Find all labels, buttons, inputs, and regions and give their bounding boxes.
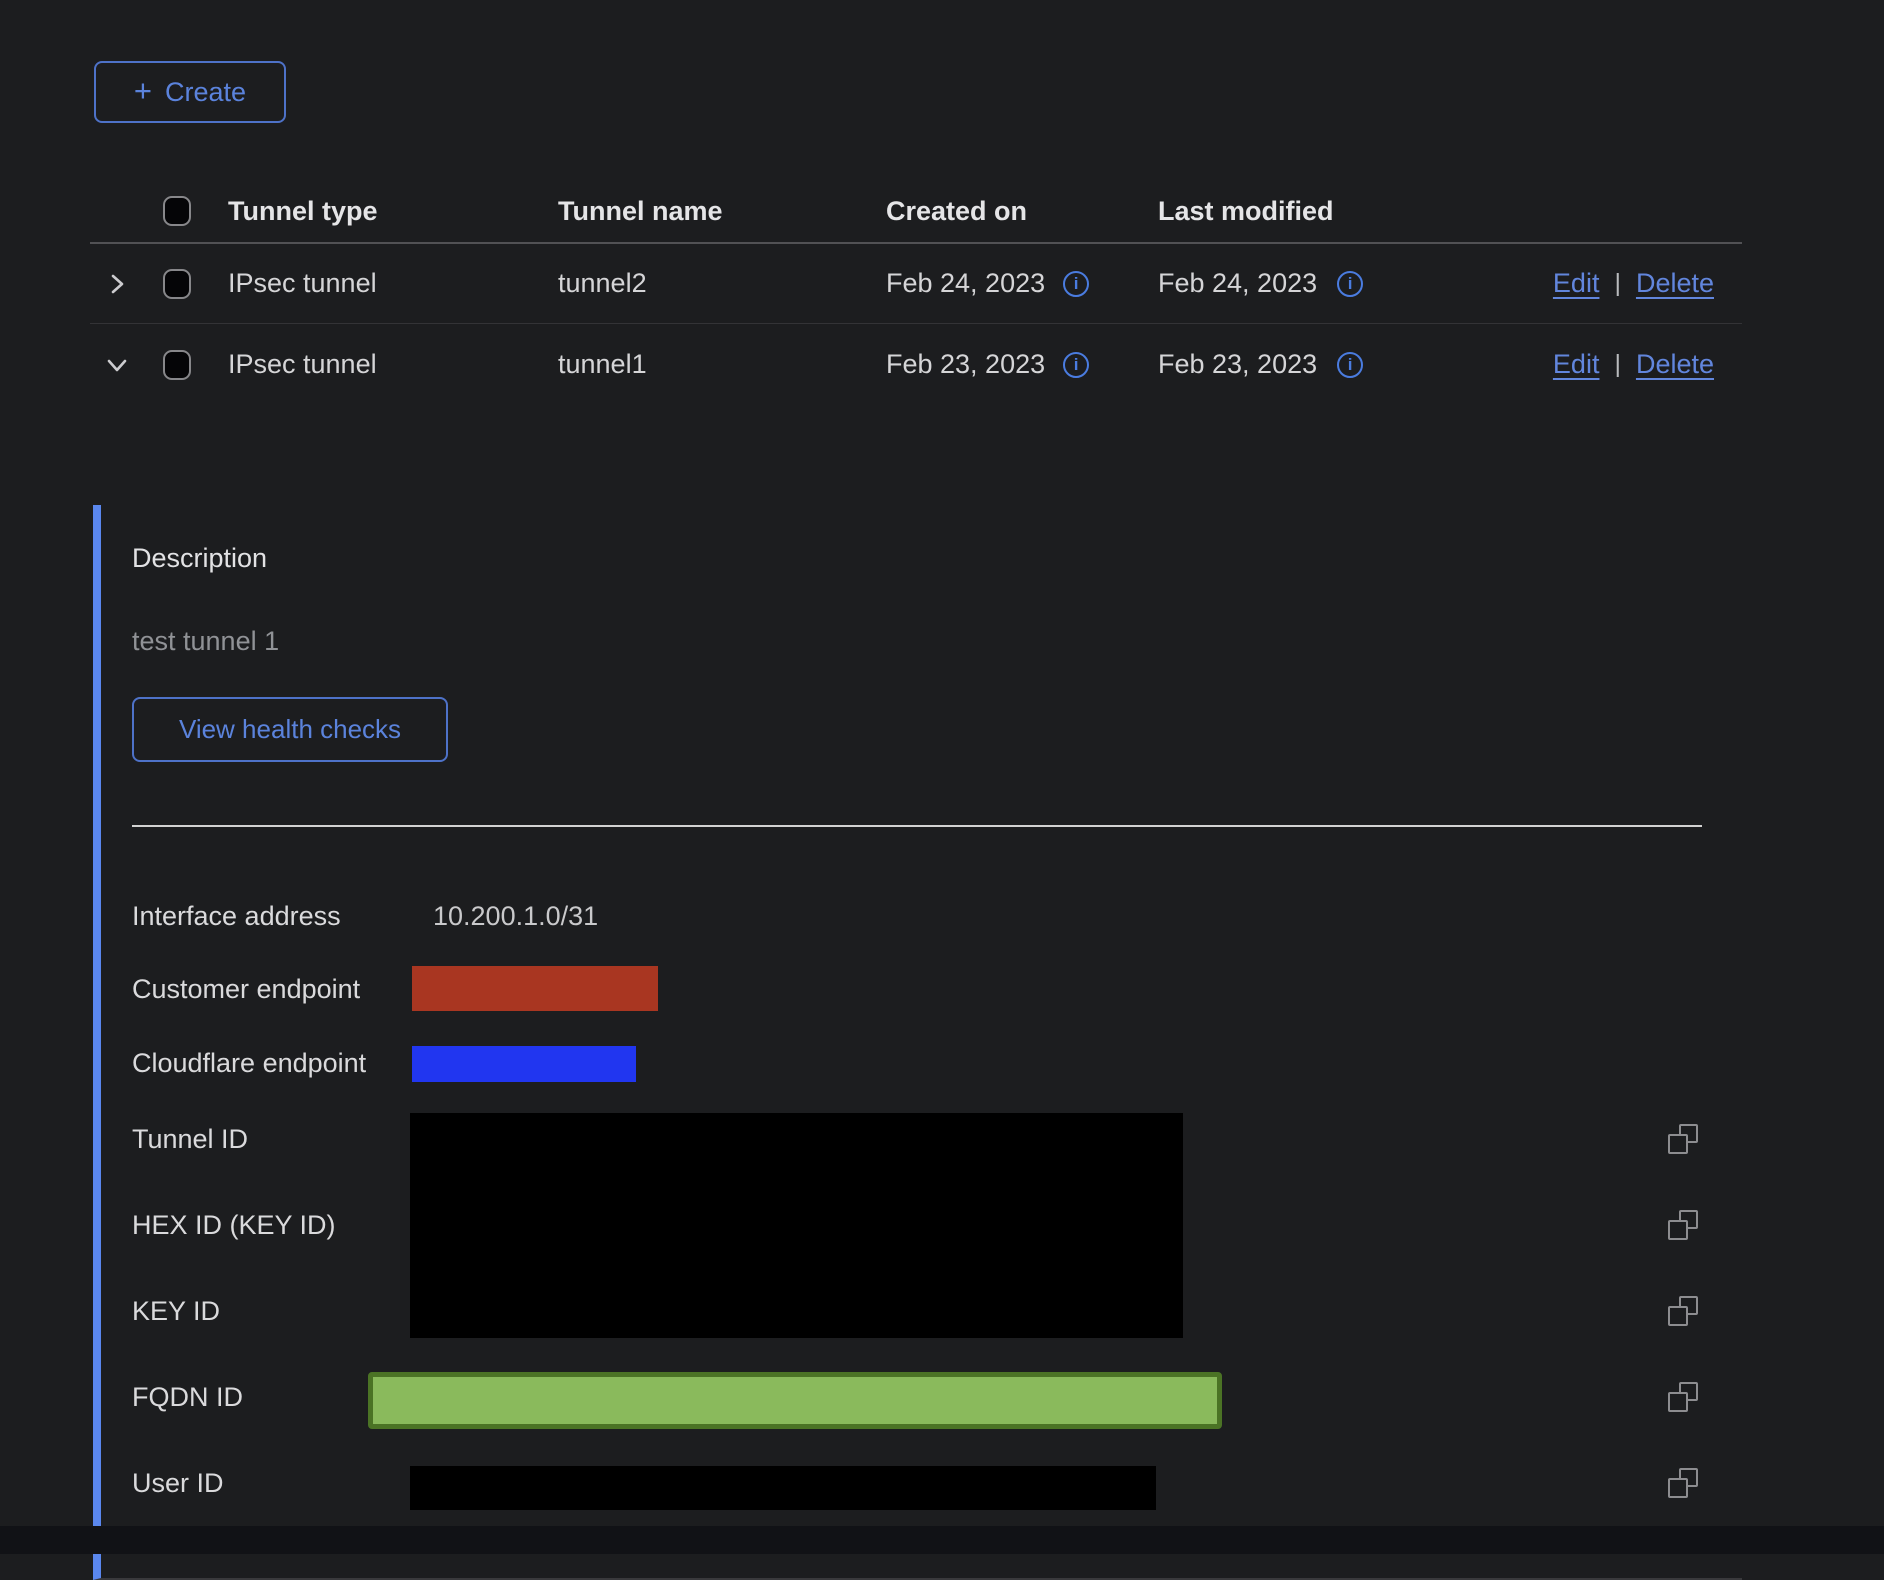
header-tunnel-type: Tunnel type bbox=[220, 196, 550, 227]
user-id-label: User ID bbox=[132, 1466, 224, 1500]
copy-icon-front-square bbox=[1668, 1478, 1688, 1498]
hex-id-label: HEX ID (KEY ID) bbox=[132, 1208, 336, 1242]
page-background: { "page": { "background": "#1c1d1f", "fo… bbox=[0, 0, 1884, 1554]
tunnel-name-value: tunnel2 bbox=[550, 268, 878, 299]
table-row: IPsec tunnel tunnel1 Feb 23, 2023 i Feb … bbox=[90, 324, 1742, 405]
header-last-modified: Last modified bbox=[1158, 196, 1490, 227]
table-row: IPsec tunnel tunnel2 Feb 24, 2023 i Feb … bbox=[90, 244, 1742, 324]
copy-icon-front-square bbox=[1668, 1134, 1688, 1154]
created-on-value: Feb 24, 2023 bbox=[886, 268, 1045, 299]
user-id-redacted-value bbox=[410, 1466, 1156, 1510]
plus-icon: + bbox=[134, 75, 152, 106]
copy-icon[interactable] bbox=[1668, 1468, 1698, 1498]
tunnel-type-value: IPsec tunnel bbox=[220, 268, 550, 299]
delete-link[interactable]: Delete bbox=[1636, 268, 1714, 299]
view-health-checks-button[interactable]: View health checks bbox=[132, 697, 448, 762]
fqdn-id-label: FQDN ID bbox=[132, 1380, 243, 1414]
chevron-down-icon[interactable] bbox=[104, 352, 130, 378]
cloudflare-endpoint-label: Cloudflare endpoint bbox=[132, 1046, 366, 1080]
description-value: test tunnel 1 bbox=[132, 626, 279, 657]
info-icon[interactable]: i bbox=[1063, 271, 1089, 297]
edit-link[interactable]: Edit bbox=[1553, 349, 1600, 380]
fqdn-id-redacted-value bbox=[368, 1372, 1222, 1429]
header-check-cell bbox=[146, 196, 220, 226]
copy-icon-front-square bbox=[1668, 1220, 1688, 1240]
row-checkbox[interactable] bbox=[163, 350, 191, 380]
create-button[interactable]: + Create bbox=[94, 61, 286, 123]
bottom-band bbox=[0, 1526, 1884, 1554]
copy-icon[interactable] bbox=[1668, 1210, 1698, 1240]
info-icon[interactable]: i bbox=[1337, 352, 1363, 378]
header-created-on: Created on bbox=[878, 196, 1158, 227]
row-checkbox[interactable] bbox=[163, 269, 191, 299]
info-icon[interactable]: i bbox=[1063, 352, 1089, 378]
actions-separator: | bbox=[1614, 350, 1621, 379]
interface-address-value: 10.200.1.0/31 bbox=[433, 899, 598, 933]
tunnel-name-value: tunnel1 bbox=[550, 349, 878, 380]
chevron-right-icon[interactable] bbox=[104, 271, 130, 297]
header-tunnel-name: Tunnel name bbox=[550, 196, 878, 227]
table-header-row: Tunnel type Tunnel name Created on Last … bbox=[90, 180, 1742, 244]
copy-icon[interactable] bbox=[1668, 1124, 1698, 1154]
last-modified-value: Feb 23, 2023 bbox=[1158, 349, 1317, 380]
info-icon[interactable]: i bbox=[1337, 271, 1363, 297]
copy-icon[interactable] bbox=[1668, 1382, 1698, 1412]
key-id-label: KEY ID bbox=[132, 1294, 220, 1328]
create-button-label: Create bbox=[165, 77, 246, 108]
delete-link[interactable]: Delete bbox=[1636, 349, 1714, 380]
customer-endpoint-label: Customer endpoint bbox=[132, 972, 360, 1006]
tunnel-id-label: Tunnel ID bbox=[132, 1122, 248, 1156]
interface-address-label: Interface address bbox=[132, 899, 341, 933]
copy-icon-front-square bbox=[1668, 1306, 1688, 1326]
tunnel-details-panel: Description test tunnel 1 View health ch… bbox=[93, 505, 1742, 1580]
actions-separator: | bbox=[1614, 269, 1621, 298]
select-all-checkbox[interactable] bbox=[163, 196, 191, 226]
tunnels-page: + Create Tunnel type Tunnel name Created… bbox=[0, 0, 1884, 1554]
section-divider bbox=[132, 825, 1702, 827]
created-on-value: Feb 23, 2023 bbox=[886, 349, 1045, 380]
last-modified-value: Feb 24, 2023 bbox=[1158, 268, 1317, 299]
copy-icon-front-square bbox=[1668, 1392, 1688, 1412]
edit-link[interactable]: Edit bbox=[1553, 268, 1600, 299]
copy-icon[interactable] bbox=[1668, 1296, 1698, 1326]
customer-endpoint-redacted-value bbox=[412, 966, 658, 1011]
tunnel-type-value: IPsec tunnel bbox=[220, 349, 550, 380]
tunnels-table: Tunnel type Tunnel name Created on Last … bbox=[90, 180, 1742, 405]
description-label: Description bbox=[132, 543, 267, 574]
tunnel-id-group-redacted-value bbox=[410, 1113, 1183, 1338]
cloudflare-endpoint-redacted-value bbox=[412, 1046, 636, 1082]
